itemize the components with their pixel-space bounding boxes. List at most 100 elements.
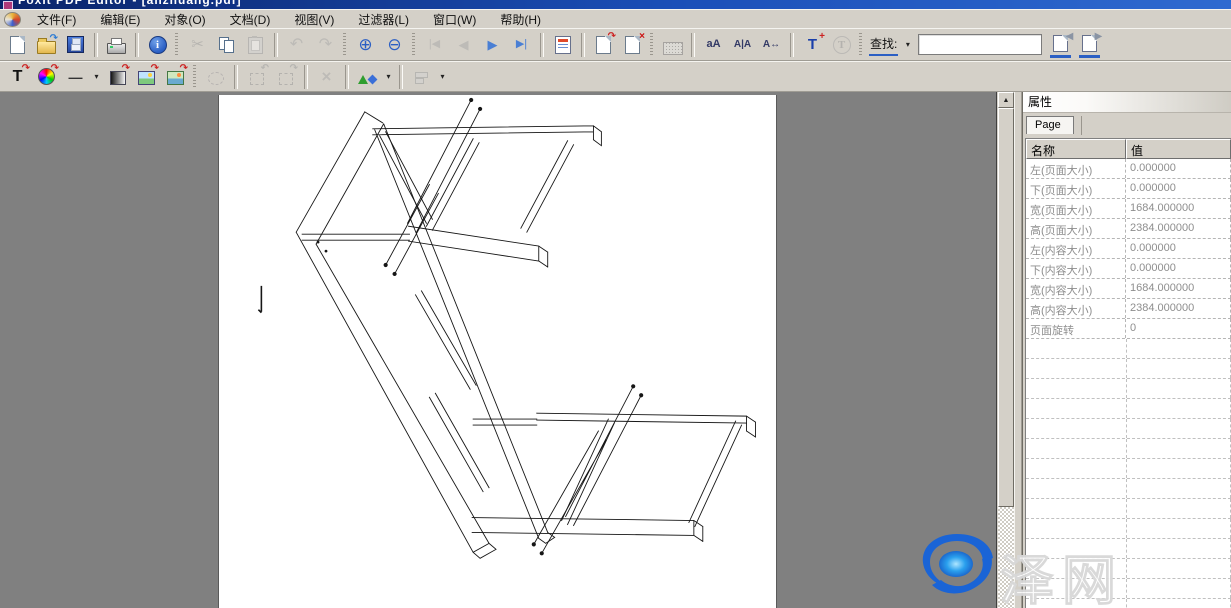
font-spacing-button[interactable]: A↔ (758, 32, 785, 58)
title-bar[interactable]: Foxit PDF Editor - [anzhuang.pdf] (0, 0, 1231, 9)
property-value[interactable]: 2384.000000 (1126, 219, 1231, 238)
menu-item-window[interactable]: 窗口(W) (425, 10, 484, 29)
scrollbar-track[interactable] (998, 507, 1014, 608)
property-row[interactable]: 下(内容大小)0.000000 (1026, 259, 1231, 279)
new-document-button[interactable] (4, 32, 31, 58)
zoom-in-button[interactable]: ⊕ (352, 32, 379, 58)
redo-button: ↷ (312, 32, 339, 58)
toolbar-grip[interactable] (193, 65, 196, 89)
property-name: 高(页面大小) (1026, 219, 1126, 238)
property-row[interactable]: 宽(内容大小)1684.000000 (1026, 279, 1231, 299)
new-document-icon (10, 36, 25, 54)
add-text-overlay-icon: + (819, 32, 825, 42)
empty-property-row (1026, 479, 1231, 499)
properties-panel-title: 属性 (1023, 92, 1231, 113)
transform-right-button: ↷ (272, 64, 299, 90)
toolbar-grip[interactable] (175, 33, 178, 57)
column-header-name[interactable]: 名称 (1026, 139, 1126, 159)
zoom-out-button[interactable]: ⊖ (381, 32, 408, 58)
add-text-icon: T (808, 37, 817, 52)
find-options-dropdown[interactable]: ▾ (901, 36, 914, 54)
menu-item-view[interactable]: 视图(V) (286, 10, 342, 29)
open-file-button[interactable] (33, 32, 60, 58)
paste-button (242, 32, 269, 58)
page-canvas[interactable] (218, 95, 777, 608)
property-value[interactable]: 0.000000 (1126, 159, 1231, 178)
page-properties-button[interactable] (549, 32, 576, 58)
tab-page[interactable]: Page (1026, 116, 1074, 134)
property-row[interactable]: 宽(页面大小)1684.000000 (1026, 199, 1231, 219)
empty-property-row (1026, 399, 1231, 419)
toolbar-grip[interactable] (650, 33, 653, 57)
toolbar-grip[interactable] (859, 33, 862, 57)
delete-page-button[interactable]: × (619, 32, 646, 58)
transform-left-overlay-icon: ↶ (261, 64, 269, 74)
transform-right-icon (279, 73, 293, 85)
print-button[interactable] (103, 32, 130, 58)
save-button[interactable] (62, 32, 89, 58)
property-row[interactable]: 页面旋转0 (1026, 319, 1231, 339)
property-value[interactable]: 2384.000000 (1126, 299, 1231, 318)
property-value[interactable]: 1684.000000 (1126, 279, 1231, 298)
property-value[interactable]: 0.000000 (1126, 179, 1231, 198)
edit-image-button[interactable]: ↷ (133, 64, 160, 90)
menu-item-filter[interactable]: 过滤器(L) (350, 10, 417, 29)
property-value[interactable]: 0 (1126, 319, 1231, 338)
fill-style-button[interactable]: ↷ (104, 64, 131, 90)
font-style-button[interactable]: aA (700, 32, 727, 58)
line-style-dropdown[interactable]: ▾ (90, 68, 103, 86)
next-page-icon: ▶ (488, 38, 498, 51)
property-value[interactable]: 0.000000 (1126, 239, 1231, 258)
property-row[interactable]: 高(页面大小)2384.000000 (1026, 219, 1231, 239)
property-value[interactable]: 1684.000000 (1126, 199, 1231, 218)
empty-property-row (1026, 459, 1231, 479)
insert-page-button[interactable]: ↷ (590, 32, 617, 58)
next-page-button[interactable]: ▶ (479, 32, 506, 58)
property-row[interactable]: 高(内容大小)2384.000000 (1026, 299, 1231, 319)
image-edit-overlay-icon: ↷ (151, 64, 159, 74)
empty-property-row (1026, 559, 1231, 579)
toolbar-grip[interactable] (412, 33, 415, 57)
app-menu-icon[interactable] (4, 12, 21, 27)
last-page-icon: ▶| (516, 39, 527, 50)
line-style-button[interactable]: — (62, 64, 89, 90)
column-header-value[interactable]: 值 (1126, 139, 1231, 159)
find-input[interactable] (918, 34, 1042, 55)
empty-property-row (1026, 519, 1231, 539)
menu-item-help[interactable]: 帮助(H) (492, 10, 549, 29)
menu-bar: 文件(F) 编辑(E) 对象(O) 文档(D) 视图(V) 过滤器(L) 窗口(W) 帮助(H… (0, 9, 1231, 30)
find-label: 查找: (869, 33, 898, 56)
vertical-scrollbar[interactable]: ▲ (996, 92, 1014, 608)
scrollbar-thumb[interactable] (998, 108, 1014, 507)
insert-shape-dropdown[interactable]: ▾ (382, 68, 395, 86)
property-row[interactable]: 左(内容大小)0.000000 (1026, 239, 1231, 259)
panel-splitter[interactable] (1014, 92, 1022, 608)
align-bars-icon (415, 72, 429, 84)
property-row[interactable]: 下(页面大小)0.000000 (1026, 179, 1231, 199)
property-value[interactable]: 0.000000 (1126, 259, 1231, 278)
menu-item-file[interactable]: 文件(F) (29, 10, 84, 29)
find-previous-button[interactable]: ◀ (1047, 32, 1074, 58)
text-circle-icon: T (833, 36, 851, 54)
edit-color-button[interactable]: ↷ (33, 64, 60, 90)
last-page-button[interactable]: ▶| (508, 32, 535, 58)
scroll-up-button[interactable]: ▲ (998, 92, 1014, 108)
toolbar-grip[interactable] (343, 33, 346, 57)
replace-image-button[interactable]: ↷ (162, 64, 189, 90)
add-text-button[interactable]: T+ (799, 32, 826, 58)
font-kerning-button[interactable]: A|A (729, 32, 756, 58)
edit-text-button[interactable]: T↷ (4, 64, 31, 90)
align-dropdown[interactable]: ▾ (436, 68, 449, 86)
property-row[interactable]: 左(页面大小)0.000000 (1026, 159, 1231, 179)
document-info-button[interactable]: i (144, 32, 171, 58)
insert-shape-button[interactable] (354, 64, 381, 90)
menu-item-edit[interactable]: 编辑(E) (92, 10, 148, 29)
menu-item-document[interactable]: 文档(D) (222, 10, 279, 29)
toolbar-separator (399, 65, 403, 89)
find-next-button[interactable]: ▶ (1076, 32, 1103, 58)
toolbar-separator (94, 33, 98, 57)
keyboard-button (659, 32, 686, 58)
transform-left-button: ↶ (243, 64, 270, 90)
menu-item-object[interactable]: 对象(O) (156, 10, 213, 29)
copy-button[interactable] (213, 32, 240, 58)
